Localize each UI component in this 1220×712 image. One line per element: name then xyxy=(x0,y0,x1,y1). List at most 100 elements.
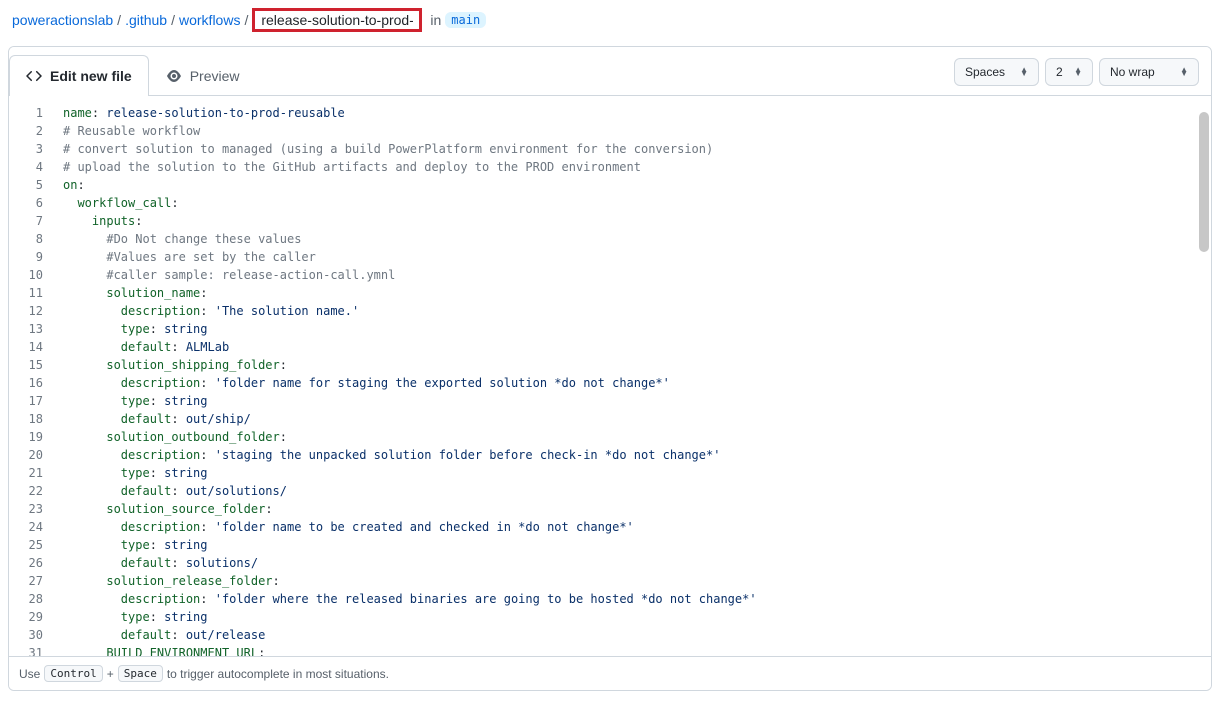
breadcrumb-separator: / xyxy=(171,12,175,28)
line-number: 17 xyxy=(9,392,53,410)
code-line: type: string xyxy=(63,320,1201,338)
code-icon xyxy=(26,68,42,84)
code-line: workflow_call: xyxy=(63,194,1201,212)
code-line: solution_shipping_folder: xyxy=(63,356,1201,374)
line-number: 21 xyxy=(9,464,53,482)
editor-controls: Spaces ▲▼ 2 ▲▼ No wrap ▲▼ xyxy=(954,58,1199,86)
filename-input[interactable] xyxy=(252,8,422,32)
code-line: # convert solution to managed (using a b… xyxy=(63,140,1201,158)
breadcrumb-separator: / xyxy=(244,12,248,28)
line-number: 11 xyxy=(9,284,53,302)
line-number: 26 xyxy=(9,554,53,572)
indent-size-value: 2 xyxy=(1056,65,1063,79)
line-number: 2 xyxy=(9,122,53,140)
tab-edit-file[interactable]: Edit new file xyxy=(9,55,149,96)
eye-icon xyxy=(166,68,182,84)
line-number: 29 xyxy=(9,608,53,626)
line-number: 4 xyxy=(9,158,53,176)
line-number: 12 xyxy=(9,302,53,320)
code-line: # upload the solution to the GitHub arti… xyxy=(63,158,1201,176)
tabs-row: Edit new file Preview Spaces ▲▼ 2 ▲▼ No … xyxy=(9,47,1211,96)
code-line: description: 'The solution name.' xyxy=(63,302,1201,320)
wrap-mode-value: No wrap xyxy=(1110,65,1155,79)
breadcrumb: poweractionslab / .github / workflows / … xyxy=(8,8,1212,46)
code-line: default: out/ship/ xyxy=(63,410,1201,428)
line-number: 3 xyxy=(9,140,53,158)
code-line: # Reusable workflow xyxy=(63,122,1201,140)
code-line: default: ALMLab xyxy=(63,338,1201,356)
kbd-control: Control xyxy=(44,665,102,682)
code-line: BUILD_ENVIRONMENT_URL: xyxy=(63,644,1201,656)
code-line: default: solutions/ xyxy=(63,554,1201,572)
code-editor[interactable]: 1234567891011121314151617181920212223242… xyxy=(9,96,1211,656)
line-number: 8 xyxy=(9,230,53,248)
code-line: solution_source_folder: xyxy=(63,500,1201,518)
line-number: 19 xyxy=(9,428,53,446)
line-number: 22 xyxy=(9,482,53,500)
line-number: 7 xyxy=(9,212,53,230)
code-line: on: xyxy=(63,176,1201,194)
in-label: in xyxy=(430,12,441,28)
indent-mode-value: Spaces xyxy=(965,65,1005,79)
tab-edit-label: Edit new file xyxy=(50,68,132,84)
updown-icon: ▲▼ xyxy=(1020,68,1028,76)
line-number: 16 xyxy=(9,374,53,392)
updown-icon: ▲▼ xyxy=(1180,68,1188,76)
code-line: type: string xyxy=(63,608,1201,626)
breadcrumb-separator: / xyxy=(117,12,121,28)
line-number: 27 xyxy=(9,572,53,590)
code-line: default: out/solutions/ xyxy=(63,482,1201,500)
line-number: 18 xyxy=(9,410,53,428)
code-line: type: string xyxy=(63,392,1201,410)
vertical-scrollbar[interactable] xyxy=(1199,112,1209,252)
indent-mode-select[interactable]: Spaces ▲▼ xyxy=(954,58,1039,86)
line-number: 20 xyxy=(9,446,53,464)
code-line: description: 'folder name for staging th… xyxy=(63,374,1201,392)
code-line: type: string xyxy=(63,536,1201,554)
tab-preview[interactable]: Preview xyxy=(149,55,257,96)
code-content[interactable]: name: release-solution-to-prod-reusable#… xyxy=(53,96,1211,656)
line-number: 31 xyxy=(9,644,53,656)
code-line: type: string xyxy=(63,464,1201,482)
code-line: default: out/release xyxy=(63,626,1201,644)
kbd-space: Space xyxy=(118,665,163,682)
code-line: description: 'folder name to be created … xyxy=(63,518,1201,536)
code-line: description: 'folder where the released … xyxy=(63,590,1201,608)
tabs: Edit new file Preview xyxy=(9,47,256,96)
line-number: 25 xyxy=(9,536,53,554)
editor-box: Edit new file Preview Spaces ▲▼ 2 ▲▼ No … xyxy=(8,46,1212,691)
line-number: 23 xyxy=(9,500,53,518)
code-line: solution_name: xyxy=(63,284,1201,302)
breadcrumb-repo[interactable]: poweractionslab xyxy=(12,12,113,28)
line-number: 6 xyxy=(9,194,53,212)
indent-size-select[interactable]: 2 ▲▼ xyxy=(1045,58,1093,86)
tab-preview-label: Preview xyxy=(190,68,240,84)
hint-use: Use xyxy=(19,667,40,681)
code-line: inputs: xyxy=(63,212,1201,230)
line-number: 14 xyxy=(9,338,53,356)
line-number: 5 xyxy=(9,176,53,194)
wrap-mode-select[interactable]: No wrap ▲▼ xyxy=(1099,58,1199,86)
line-number: 28 xyxy=(9,590,53,608)
line-number: 10 xyxy=(9,266,53,284)
breadcrumb-github-folder[interactable]: .github xyxy=(125,12,167,28)
line-number: 1 xyxy=(9,104,53,122)
code-line: name: release-solution-to-prod-reusable xyxy=(63,104,1201,122)
line-number: 24 xyxy=(9,518,53,536)
code-line: #caller sample: release-action-call.ymnl xyxy=(63,266,1201,284)
code-line: #Values are set by the caller xyxy=(63,248,1201,266)
code-line: solution_release_folder: xyxy=(63,572,1201,590)
branch-badge[interactable]: main xyxy=(445,12,486,28)
code-line: solution_outbound_folder: xyxy=(63,428,1201,446)
hint-plus: + xyxy=(107,667,114,681)
hint-rest: to trigger autocomplete in most situatio… xyxy=(167,667,389,681)
code-line: #Do Not change these values xyxy=(63,230,1201,248)
updown-icon: ▲▼ xyxy=(1074,68,1082,76)
line-number: 13 xyxy=(9,320,53,338)
line-number: 15 xyxy=(9,356,53,374)
line-number: 30 xyxy=(9,626,53,644)
code-line: description: 'staging the unpacked solut… xyxy=(63,446,1201,464)
autocomplete-hint: Use Control + Space to trigger autocompl… xyxy=(9,656,1211,690)
line-number: 9 xyxy=(9,248,53,266)
breadcrumb-workflows-folder[interactable]: workflows xyxy=(179,12,240,28)
